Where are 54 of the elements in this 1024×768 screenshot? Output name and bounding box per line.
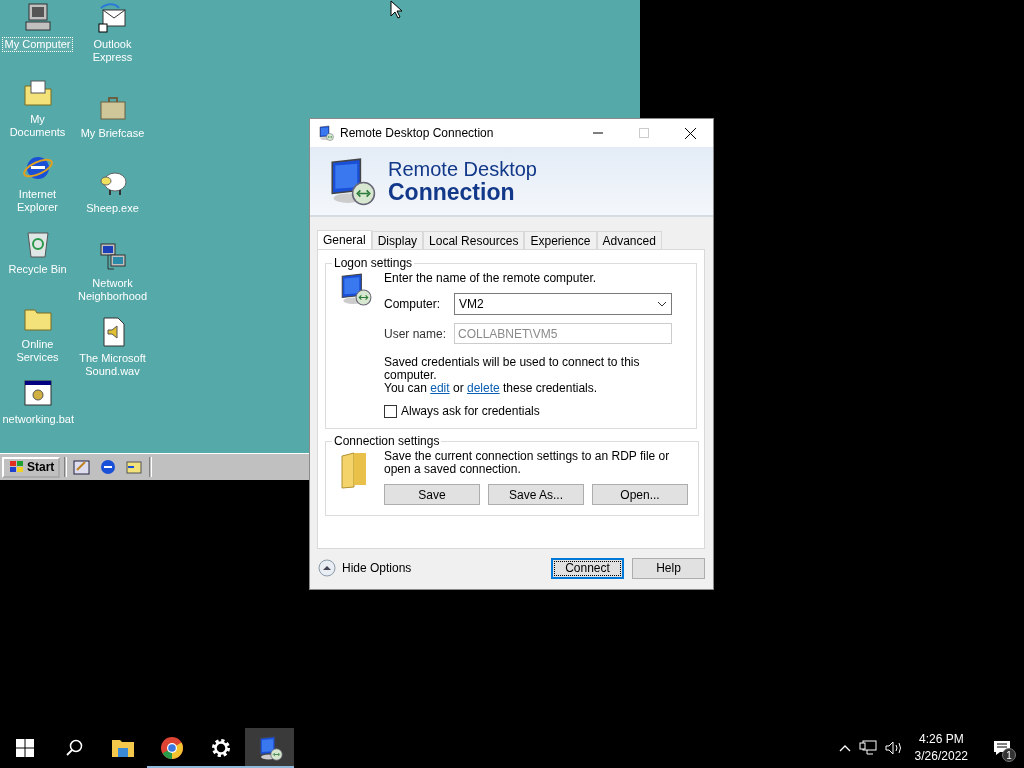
group-heading: Connection settings (333, 434, 441, 448)
taskbar-button[interactable] (245, 728, 294, 768)
time-text: 4:26 PM (918, 731, 964, 748)
search-icon (64, 739, 83, 757)
notifications-button[interactable]: 1 (980, 728, 1024, 768)
volume-icon (884, 740, 903, 756)
batch-file-icon (21, 377, 54, 409)
notification-count: 1 (1002, 748, 1016, 762)
button[interactable]: Help (632, 557, 705, 579)
tab[interactable]: General (317, 230, 372, 250)
field-label: User name: (384, 326, 448, 341)
tab[interactable]: Display (371, 231, 424, 249)
computer-combobox[interactable]: VM2 (454, 293, 672, 315)
tab[interactable]: Local Resources (423, 231, 525, 249)
button[interactable]: Open... (592, 484, 688, 505)
windows-logo-icon (15, 739, 34, 757)
banner-title: Remote Desktop (388, 158, 537, 180)
close-icon (684, 127, 696, 139)
checkbox[interactable] (384, 405, 397, 418)
banner-title: Connection (388, 180, 515, 204)
channels-icon (125, 458, 144, 476)
network-icon (858, 740, 877, 756)
chevron-down-icon (657, 301, 667, 307)
field-label: Computer: (384, 297, 442, 311)
chevron-up-icon (838, 744, 851, 752)
tab[interactable]: Advanced (596, 231, 662, 249)
remote-desktop-icon (318, 125, 334, 141)
desktop-shortcut-icon (73, 458, 92, 476)
maximize-icon (639, 128, 649, 138)
folder-icon (21, 77, 54, 109)
tab[interactable]: Experience (524, 231, 597, 249)
clock[interactable]: 4:26 PM 3/26/2022 (910, 731, 972, 765)
envelope-icon (96, 2, 129, 34)
window-title: Remote Desktop Connection (340, 126, 495, 140)
windows-flag-icon (8, 460, 24, 474)
mouse-pointer-icon (390, 0, 402, 19)
prompt-text: Enter the name of the remote computer. (384, 272, 598, 285)
chrome-icon (159, 736, 184, 760)
delete-link[interactable]: delete (466, 381, 500, 395)
button[interactable]: Save (384, 484, 480, 505)
start-button[interactable]: Start (2, 456, 61, 478)
group-heading: Logon settings (333, 256, 414, 270)
hide-options-button[interactable]: Hide Options (318, 559, 412, 577)
checkbox-label: Always ask for credentials (401, 405, 540, 418)
connection-text: Save the current connection settings to an RDP file or open a saved connection. (384, 450, 671, 476)
collapse-icon (318, 559, 336, 577)
browser-icon (99, 458, 118, 476)
button[interactable]: Connect (551, 557, 624, 579)
edit-link[interactable]: edit (430, 381, 450, 395)
button[interactable]: Save As... (488, 484, 584, 505)
settings-icon (209, 737, 232, 759)
username-field[interactable]: COLLABNET\VM5 (454, 323, 672, 344)
date-text: 3/26/2022 (914, 748, 968, 765)
credentials-note: Saved credentials will be used to connect to this computer. You can edit or delete these credentials. (384, 356, 641, 395)
